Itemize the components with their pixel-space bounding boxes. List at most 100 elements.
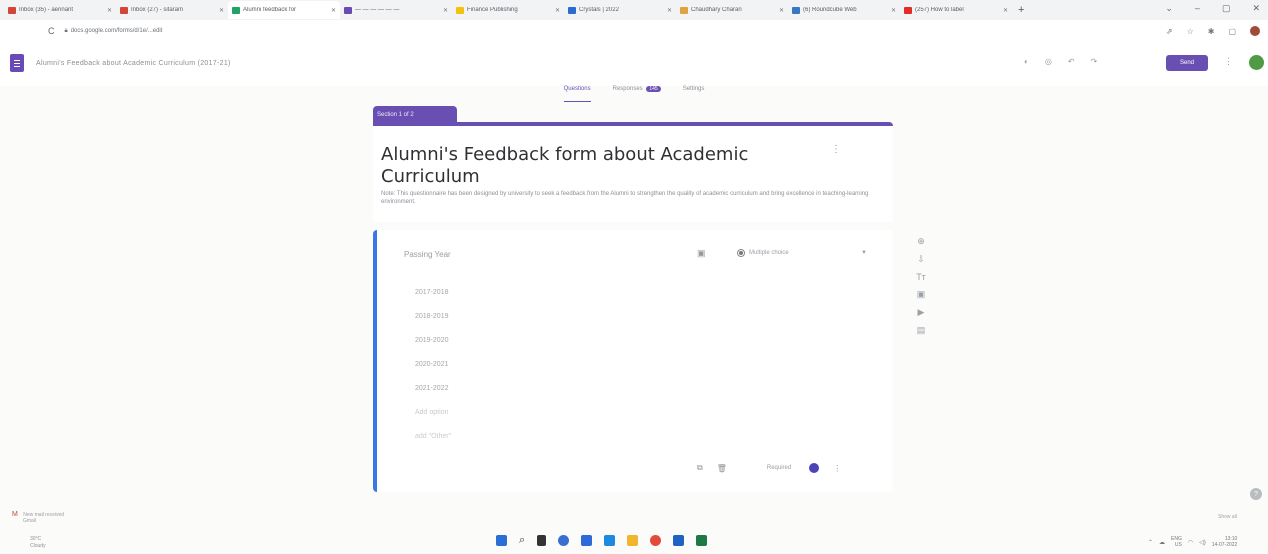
undo-icon[interactable]: ↶ <box>1068 57 1075 66</box>
send-button[interactable]: Send <box>1166 55 1208 71</box>
document-title[interactable]: Alumni's Feedback about Academic Curricu… <box>36 60 231 67</box>
question-title[interactable]: Passing Year <box>404 250 451 259</box>
tab-questions[interactable]: Questions <box>563 86 591 102</box>
redo-icon[interactable]: ↷ <box>1091 57 1098 66</box>
cloud-icon[interactable]: ☁ <box>1159 539 1165 546</box>
account-avatar[interactable] <box>1249 55 1264 70</box>
form-tabs: Questions Responses 145 Settings <box>0 86 1268 102</box>
task-view-icon[interactable] <box>537 535 547 546</box>
chat-icon[interactable] <box>558 535 570 546</box>
browser-tab[interactable]: Alumni feedback for ✕ <box>228 1 340 19</box>
file-explorer-icon[interactable] <box>627 535 639 546</box>
mail-app-icon[interactable] <box>604 535 616 546</box>
import-questions-icon[interactable]: ⇩ <box>917 254 925 265</box>
language-indicator[interactable]: ENG US <box>1171 536 1182 548</box>
tab-close-icon[interactable]: ✕ <box>779 7 784 14</box>
address-bar-row: C 🔒︎ docs.google.com/forms/d/1e/...edit … <box>0 20 1268 42</box>
wifi-icon[interactable]: ◠ <box>1188 539 1193 546</box>
help-icon[interactable]: ? <box>1250 488 1262 500</box>
clock[interactable]: 13:10 14-07-2022 <box>1212 536 1238 548</box>
mail-notification[interactable]: M New mail received Gmail <box>12 511 64 524</box>
browser-tab[interactable]: (6) Roundcube Web ✕ <box>788 1 900 19</box>
option-item[interactable]: 2018-2019 <box>415 304 451 328</box>
question-more-icon[interactable]: ⋮ <box>833 464 841 473</box>
add-option-item[interactable]: Add option <box>415 400 451 424</box>
extensions-icon[interactable]: ✱ <box>1208 27 1215 36</box>
preview-icon[interactable]: ◎ <box>1045 57 1052 66</box>
url-field[interactable]: 🔒︎ docs.google.com/forms/d/1e/...edit <box>65 28 163 35</box>
profile-avatar[interactable] <box>1250 26 1260 36</box>
customize-theme-icon[interactable]: ◐ <box>1024 57 1029 66</box>
reload-icon[interactable]: C <box>48 26 55 36</box>
add-image-icon[interactable]: ▣ <box>697 248 706 259</box>
chrome-icon[interactable] <box>650 535 662 546</box>
delete-icon[interactable]: 🗑︎ <box>717 464 727 473</box>
section-more-icon[interactable]: ⋮ <box>831 144 841 155</box>
tab-close-icon[interactable]: ✕ <box>1003 7 1008 14</box>
browser-tab[interactable]: Finance Publishing ✕ <box>452 1 564 19</box>
header-tools: ◐ ◎ ↶ ↷ <box>1024 57 1097 66</box>
browser-tab[interactable]: Crystals | 2022 ✕ <box>564 1 676 19</box>
browser-tab[interactable]: Inbox (35) - aennant ✕ <box>4 1 116 19</box>
form-description[interactable]: Note: This questionnaire has been design… <box>381 190 881 206</box>
question-type-dropdown[interactable]: Multiple choice ▼ <box>737 244 867 262</box>
tab-favicon-icon <box>8 6 16 14</box>
tab-title: Inbox (27) - sitaram <box>131 7 184 13</box>
option-item[interactable]: 2017-2018 <box>415 280 451 304</box>
share-icon[interactable]: ⇗ <box>1166 27 1173 36</box>
sidepanel-icon[interactable]: ▢ <box>1228 27 1236 36</box>
lock-icon: 🔒︎ <box>64 27 68 34</box>
tab-close-icon[interactable]: ✕ <box>219 7 224 14</box>
add-section-icon[interactable]: ▤ <box>917 325 926 336</box>
radio-icon <box>737 249 745 257</box>
option-item[interactable]: 2019-2020 <box>415 328 451 352</box>
search-icon[interactable]: ⌕ <box>519 534 525 547</box>
maximize-icon[interactable]: ▢ <box>1222 3 1231 14</box>
browser-tab[interactable]: (257) How to label ✕ <box>900 1 1012 19</box>
tab-responses[interactable]: Responses 145 <box>613 86 661 102</box>
question-card[interactable]: Passing Year ▣ Multiple choice ▼ 2017-20… <box>373 230 893 492</box>
tab-close-icon[interactable]: ✕ <box>667 7 672 14</box>
add-image-tool-icon[interactable]: ▣ <box>917 289 926 300</box>
form-title[interactable]: Alumni's Feedback form about Academic Cu… <box>381 144 811 188</box>
add-video-icon[interactable]: ▶ <box>918 307 925 318</box>
browser-tab-strip: Inbox (35) - aennant ✕ Inbox (27) - sitara… <box>0 0 1268 20</box>
start-windows-icon[interactable] <box>496 535 507 546</box>
browser-tab[interactable]: Chaudhary Charan ✕ <box>676 1 788 19</box>
option-list: 2017-2018 2018-2019 2019-2020 2020-2021 2021… <box>415 280 451 448</box>
tab-close-icon[interactable]: ✕ <box>331 7 336 14</box>
option-item[interactable]: 2021-2022 <box>415 376 451 400</box>
weather-widget[interactable]: 30°C Cloudy <box>30 536 46 550</box>
browser-tab[interactable]: Inbox (27) - sitaram ✕ <box>116 1 228 19</box>
weather-temp: 30°C <box>30 536 42 542</box>
form-title-card[interactable]: Alumni's Feedback form about Academic Cu… <box>373 122 893 222</box>
browser-tab[interactable]: — — — — — — ✕ <box>340 1 452 19</box>
word-icon[interactable] <box>673 535 685 546</box>
close-icon[interactable]: ✕ <box>1252 3 1260 14</box>
tab-settings[interactable]: Settings <box>683 86 705 102</box>
minimize-icon[interactable]: – <box>1195 3 1200 14</box>
notification-right-text[interactable]: Show all <box>1218 514 1237 520</box>
add-title-icon[interactable]: Tт <box>916 272 926 282</box>
new-tab-button[interactable]: + <box>1018 4 1024 16</box>
tray-expand-icon[interactable]: ⌃ <box>1148 539 1153 546</box>
forms-logo-icon[interactable] <box>10 54 24 72</box>
store-icon[interactable] <box>581 535 593 546</box>
tab-close-icon[interactable]: ✕ <box>107 7 112 14</box>
floating-toolbar: ⊕ ⇩ Tт ▣ ▶ ▤ <box>912 236 930 336</box>
tab-close-icon[interactable]: ✕ <box>891 7 896 14</box>
tab-close-icon[interactable]: ✕ <box>443 7 448 14</box>
question-type-label: Multiple choice <box>749 250 789 256</box>
option-item[interactable]: 2020-2021 <box>415 352 451 376</box>
required-toggle[interactable] <box>809 463 820 473</box>
more-options-icon[interactable]: ⋮ <box>1224 56 1233 67</box>
tab-favicon-icon <box>792 6 800 14</box>
tab-search-icon[interactable]: ⌄ <box>1165 3 1173 14</box>
add-question-icon[interactable]: ⊕ <box>917 236 925 247</box>
tab-close-icon[interactable]: ✕ <box>555 7 560 14</box>
duplicate-icon[interactable]: ⧉ <box>697 463 703 473</box>
excel-icon[interactable] <box>696 535 708 546</box>
volume-icon[interactable]: ◁) <box>1199 539 1206 546</box>
add-option-item[interactable]: add "Other" <box>415 424 451 448</box>
bookmark-star-icon[interactable]: ☆ <box>1187 27 1194 36</box>
